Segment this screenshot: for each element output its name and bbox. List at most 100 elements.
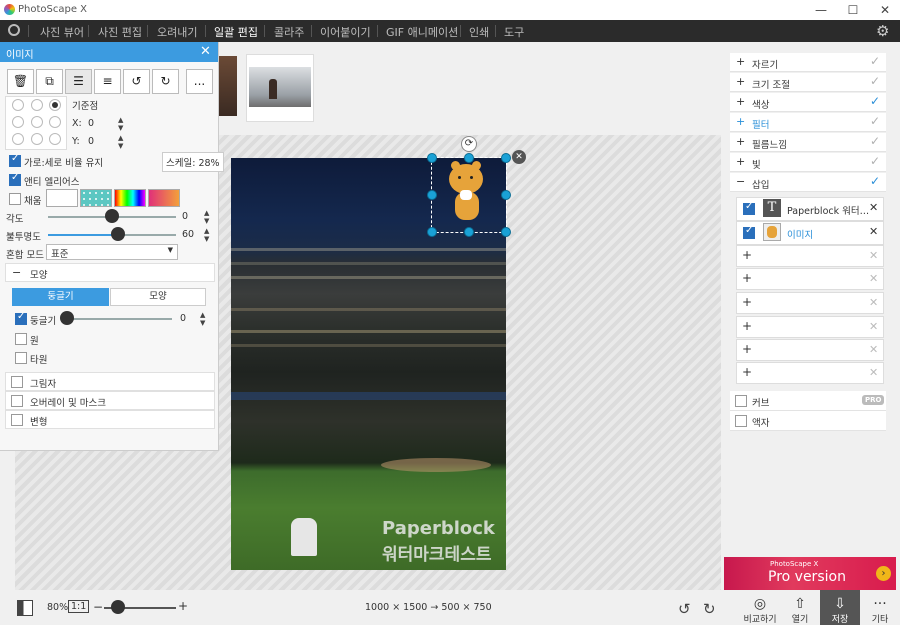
sticker-selection-box[interactable] xyxy=(431,157,507,233)
resize-handle[interactable] xyxy=(501,190,511,200)
opacity-spinner-icon[interactable]: ▲ ▼ xyxy=(204,227,209,243)
anchor-radio[interactable] xyxy=(31,99,43,111)
thumbnail-image[interactable] xyxy=(246,54,314,122)
curve-checkbox[interactable] xyxy=(735,395,747,407)
rotate-right-icon[interactable]: ↻ xyxy=(152,69,179,94)
maximize-button[interactable]: ☐ xyxy=(838,2,868,18)
round-slider-knob[interactable] xyxy=(60,311,74,325)
open-button[interactable]: ⇧ 열기 xyxy=(781,596,819,625)
fill-white-swatch[interactable] xyxy=(46,189,78,207)
fill-pattern-swatch[interactable] xyxy=(80,189,112,207)
anchor-radio[interactable] xyxy=(12,133,24,145)
antialias-checkbox[interactable] xyxy=(9,172,21,186)
fill-rainbow-swatch[interactable] xyxy=(114,189,146,207)
overlay-row[interactable]: 오버레이 및 마스크 xyxy=(5,391,215,410)
y-spinner-icon[interactable]: ▲ ▼ xyxy=(118,134,123,150)
resize-handle[interactable] xyxy=(501,227,511,237)
shadow-checkbox[interactable] xyxy=(11,376,23,388)
anchor-radio[interactable] xyxy=(12,116,24,128)
align-icon[interactable]: ☰ xyxy=(65,69,92,94)
round-slider-track[interactable] xyxy=(62,318,172,320)
layer-checkbox[interactable] xyxy=(743,225,755,239)
opacity-slider-knob[interactable] xyxy=(111,227,125,241)
layer-image[interactable]: 이미지 ✕ xyxy=(736,221,884,245)
rotate-right-icon[interactable]: ↻ xyxy=(703,600,716,618)
pro-version-banner[interactable]: PhotoScape X Pro version › xyxy=(724,557,896,591)
anchor-radio[interactable] xyxy=(49,116,61,128)
delete-sticker-icon[interactable]: ✕ xyxy=(512,150,526,164)
remove-layer-icon[interactable]: ✕ xyxy=(869,201,878,214)
frame-item[interactable]: 액자 xyxy=(730,411,886,431)
shadow-row[interactable]: 그림자 xyxy=(5,372,215,391)
resize-handle[interactable] xyxy=(464,227,474,237)
resize-handle[interactable] xyxy=(427,190,437,200)
scale-button[interactable]: 스케일: 28% xyxy=(162,152,224,172)
layer-checkbox[interactable] xyxy=(743,201,755,215)
panel-close-icon[interactable]: ✕ xyxy=(200,44,211,59)
layer-empty[interactable]: + ✕ xyxy=(736,268,884,290)
duplicate-icon[interactable]: ⧉ xyxy=(36,69,63,94)
angle-value[interactable]: 0 xyxy=(182,211,188,222)
panel-toggle-icon[interactable] xyxy=(17,600,33,616)
angle-slider-knob[interactable] xyxy=(105,209,119,223)
menu-tools[interactable]: 도구 xyxy=(504,24,524,40)
fill-checkbox[interactable] xyxy=(9,193,21,205)
transform-checkbox[interactable] xyxy=(11,414,23,426)
insert-item[interactable]: − 삽입 ✓ xyxy=(730,173,886,192)
compare-button[interactable]: ◎ 비교하기 xyxy=(741,596,779,625)
minimize-button[interactable]: — xyxy=(806,2,836,18)
menu-combine[interactable]: 이어붙이기 xyxy=(320,24,371,40)
round-checkbox[interactable] xyxy=(15,311,27,325)
resize-handle[interactable] xyxy=(501,153,511,163)
shape-section-header[interactable]: − 모양 xyxy=(5,263,215,282)
anchor-radio[interactable] xyxy=(31,133,43,145)
layer-empty[interactable]: + ✕ xyxy=(736,292,884,314)
round-value[interactable]: 0 xyxy=(180,313,186,324)
crop-item[interactable]: + 자르기 ✓ xyxy=(730,53,886,72)
tab-shape[interactable]: 모양 xyxy=(110,288,206,306)
menu-gif[interactable]: GIF 애니메이션 xyxy=(386,24,458,40)
layer-empty[interactable]: + ✕ xyxy=(736,362,884,384)
fill-gradient-swatch[interactable] xyxy=(148,189,180,207)
film-item[interactable]: + 필름느낌 ✓ xyxy=(730,133,886,152)
anchor-radio[interactable] xyxy=(31,116,43,128)
zoom-slider-knob[interactable] xyxy=(111,600,125,614)
zoom-out-icon[interactable]: − xyxy=(93,600,103,614)
resize-item[interactable]: + 크기 조절 ✓ xyxy=(730,73,886,92)
actual-size-button[interactable]: 1:1 xyxy=(68,600,90,613)
y-input[interactable]: 0 xyxy=(88,136,94,147)
close-button[interactable]: ✕ xyxy=(870,2,900,18)
blend-mode-select[interactable]: 표준 ▼ xyxy=(46,244,178,260)
more-button[interactable]: ··· 기타 xyxy=(861,596,899,625)
home-icon[interactable] xyxy=(8,24,20,36)
curve-item[interactable]: 커브 PRO xyxy=(730,391,886,411)
filter-item[interactable]: + 필터 ✓ xyxy=(730,113,886,132)
layer-empty[interactable]: + ✕ xyxy=(736,245,884,267)
menu-print[interactable]: 인쇄 xyxy=(469,24,489,40)
round-spinner-icon[interactable]: ▲ ▼ xyxy=(200,311,205,327)
save-button[interactable]: ⇩ 저장 xyxy=(821,596,859,625)
anchor-radio[interactable] xyxy=(12,99,24,111)
x-spinner-icon[interactable]: ▲ ▼ xyxy=(118,116,123,132)
layer-text[interactable]: T Paperblock 워터… ✕ xyxy=(736,197,884,221)
transform-row[interactable]: 변형 xyxy=(5,410,215,429)
trash-icon[interactable]: 🗑 xyxy=(7,69,34,94)
x-input[interactable]: 0 xyxy=(88,118,94,129)
ellipse-checkbox[interactable] xyxy=(15,352,27,364)
rotate-handle-icon[interactable]: ⟳ xyxy=(461,136,477,152)
anchor-radio[interactable] xyxy=(49,99,61,111)
circle-checkbox[interactable] xyxy=(15,333,27,345)
overlay-checkbox[interactable] xyxy=(11,395,23,407)
menu-batch-edit[interactable]: 일괄 편집 xyxy=(214,24,258,40)
opacity-value[interactable]: 60 xyxy=(182,229,194,240)
resize-handle[interactable] xyxy=(427,227,437,237)
keep-ratio-checkbox[interactable] xyxy=(9,153,21,167)
layer-empty[interactable]: + ✕ xyxy=(736,339,884,361)
rotate-left-icon[interactable]: ↺ xyxy=(123,69,150,94)
layer-empty[interactable]: + ✕ xyxy=(736,316,884,338)
resize-handle[interactable] xyxy=(427,153,437,163)
menu-cutout[interactable]: 오려내기 xyxy=(157,24,197,40)
order-icon[interactable]: ≡ xyxy=(94,69,121,94)
frame-checkbox[interactable] xyxy=(735,415,747,427)
zoom-level[interactable]: 80% xyxy=(47,602,68,613)
